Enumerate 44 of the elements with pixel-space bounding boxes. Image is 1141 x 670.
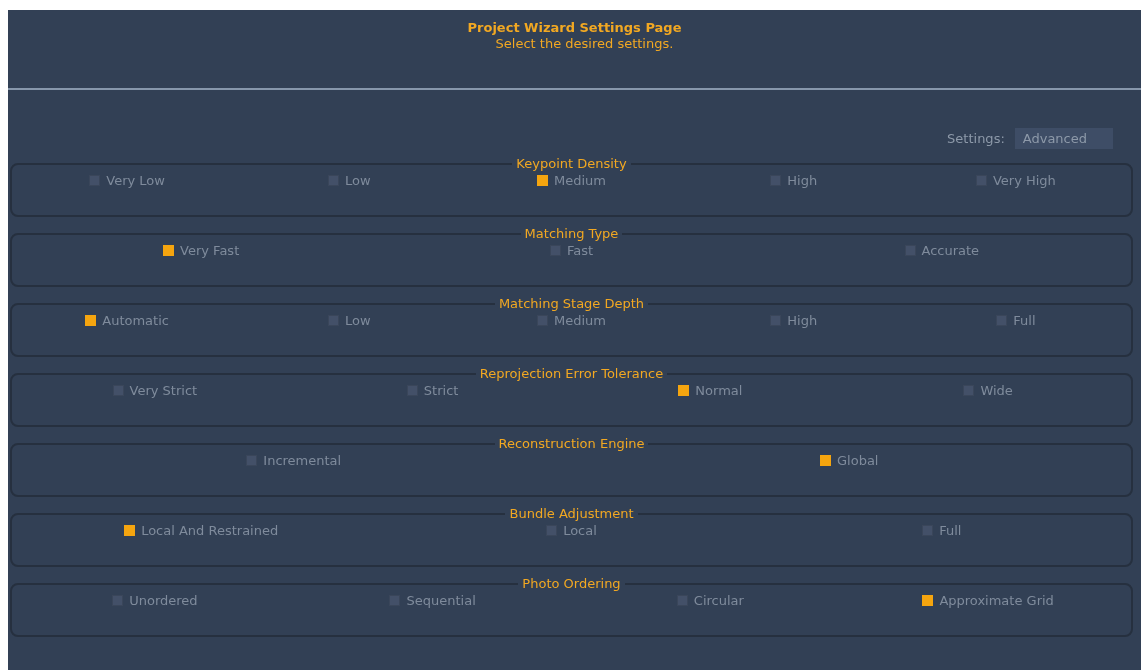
group-title: Reprojection Error Tolerance [478,367,665,381]
option-label[interactable]: Very Fast [180,243,240,258]
option-checkbox[interactable] [537,175,548,186]
option-label[interactable]: Very Low [106,173,165,188]
option-label[interactable]: Full [939,523,962,538]
option-label[interactable]: Low [345,173,371,188]
option-checkbox[interactable] [85,315,97,326]
group-title: Matching Type [523,227,620,241]
option-checkbox[interactable] [124,525,136,536]
option-label[interactable]: Medium [554,173,606,188]
settings-dropdown[interactable]: Advanced [1014,127,1113,149]
option-label[interactable]: Wide [980,383,1013,398]
group-title: Matching Stage Depth [497,297,646,311]
option-label[interactable]: Automatic [102,313,169,328]
option-label[interactable]: Unordered [129,593,198,608]
option-checkbox[interactable] [163,245,175,256]
option-label[interactable]: Full [1013,313,1036,328]
page-title: Project Wizard Settings Page [467,20,682,36]
option-label[interactable]: Sequential [406,593,476,608]
option-label[interactable]: Accurate [921,243,980,258]
option-label[interactable]: Very Strict [129,383,198,398]
option-checkbox[interactable] [922,595,934,606]
option-label[interactable]: Low [345,313,371,328]
settings-label: Settings: [947,130,1005,146]
option-label[interactable]: Global [837,453,879,468]
option-label[interactable]: Normal [695,383,743,398]
option-label[interactable]: Strict [423,383,459,398]
option-label[interactable]: Circular [693,593,744,608]
option-checkbox[interactable] [820,455,831,466]
option-checkbox[interactable] [678,385,690,396]
option-label[interactable]: High [787,173,818,188]
option-label[interactable]: Medium [554,313,606,328]
group-title: Keypoint Density [515,157,628,171]
option-label[interactable]: Incremental [263,453,342,468]
option-label[interactable]: Fast [566,243,594,258]
group-title: Photo Ordering [521,577,622,591]
group-title: Reconstruction Engine [497,437,646,451]
page-subtitle: Select the desired settings. [494,36,674,52]
option-label[interactable]: Local [563,523,597,538]
option-label[interactable]: Approximate Grid [939,593,1054,608]
option-label[interactable]: Local And Restrained [141,523,279,538]
option-label[interactable]: Very High [992,173,1056,188]
option-label[interactable]: High [787,313,818,328]
group-title: Bundle Adjustment [508,507,635,521]
